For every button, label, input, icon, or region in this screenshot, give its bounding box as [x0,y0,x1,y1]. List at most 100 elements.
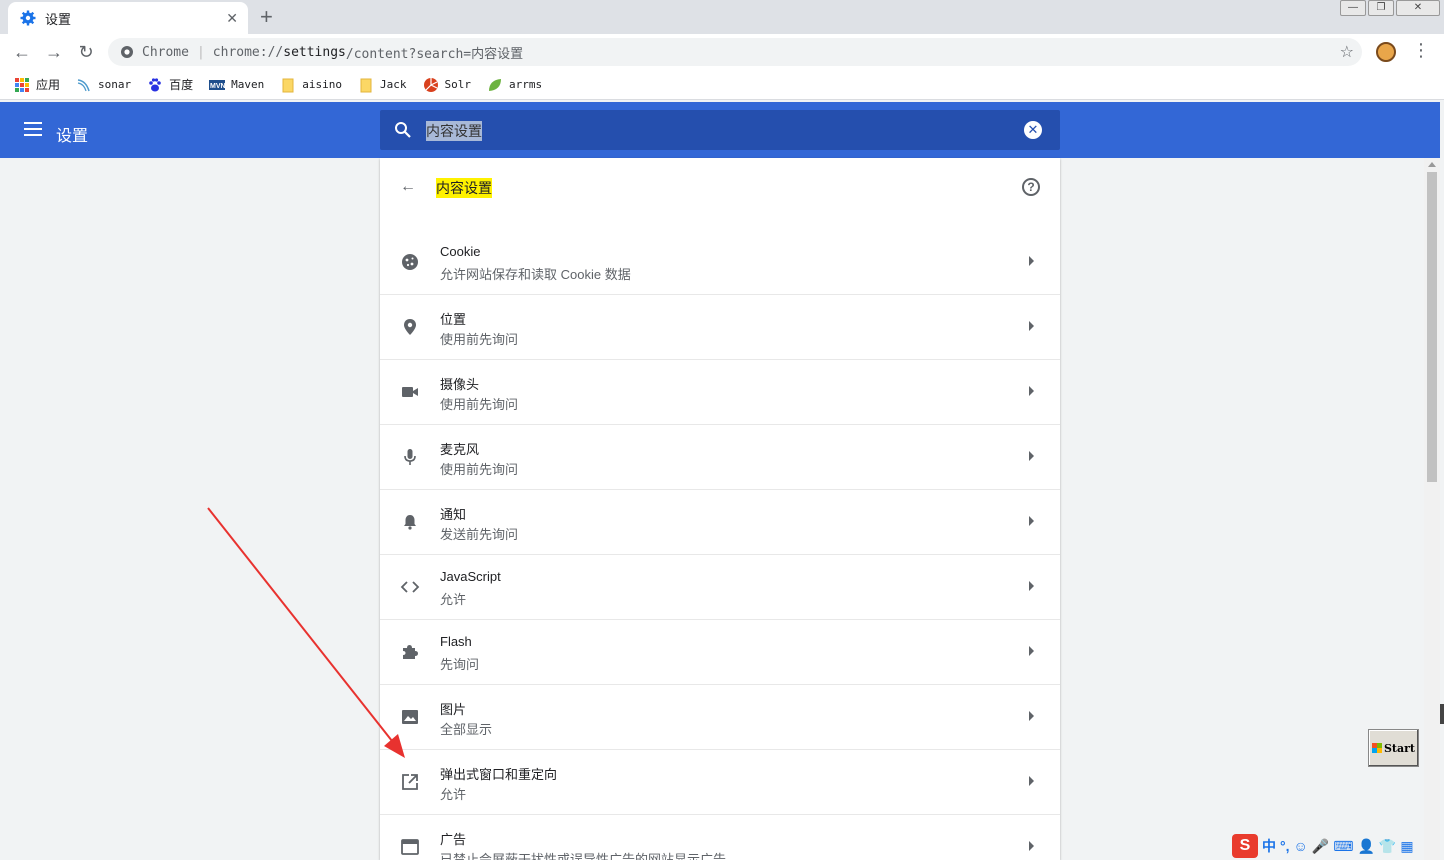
setting-subtitle: 使用前先询问 [440,332,519,347]
forward-button[interactable]: → [38,36,70,68]
chevron-right-icon [1029,841,1034,851]
address-brand: Chrome [142,44,189,60]
solr-icon [423,77,438,92]
search-query: 内容设置 [426,121,482,141]
page-scrollbar[interactable] [1424,158,1440,860]
chevron-right-icon [1029,386,1034,396]
bookmark-label: 百度 [169,78,194,92]
scroll-up-icon[interactable] [1428,162,1436,167]
bookmark-apps[interactable]: 应用 [14,76,60,93]
setting-row-javascript[interactable]: JavaScript 允许 [380,555,1060,620]
setting-title: Cookie [440,244,481,259]
bookmark-baidu[interactable]: 百度 [147,76,193,93]
url-path: /content?search=内容设置 [345,46,524,62]
setting-subtitle: 发送前先询问 [440,527,519,542]
setting-row-location[interactable]: 位置 使用前先询问 [380,295,1060,360]
bookmark-label: 应用 [36,78,61,92]
setting-row-ads[interactable]: 广告 已禁止会屏蔽干扰性或误导性广告的网站显示广告 [380,815,1060,860]
chevron-right-icon [1029,451,1034,461]
hamburger-menu-icon[interactable] [24,122,42,136]
ime-chinese-mode[interactable]: 中 [1262,836,1276,856]
start-widget-button[interactable]: Start [1368,729,1419,767]
setting-title: 位置 [440,312,467,327]
bookmark-label: Jack [380,78,407,91]
setting-subtitle: 允许 [440,592,467,607]
reload-button[interactable]: ↻ [70,36,102,68]
setting-row-microphone[interactable]: 麦克风 使用前先询问 [380,425,1060,490]
cookie-icon [402,254,418,270]
close-tab-icon[interactable]: ✕ [226,10,238,27]
chevron-right-icon [1029,516,1034,526]
settings-header: 设置 内容设置 ✕ [0,102,1440,158]
setting-title: 通知 [440,507,467,522]
bookmark-star-icon[interactable]: ☆ [1340,42,1354,61]
microphone-icon [404,449,416,465]
setting-subtitle: 允许网站保存和读取 Cookie 数据 [440,267,631,282]
setting-title: 图片 [440,702,467,717]
windows-logo-icon [1371,743,1382,753]
sogou-logo-icon[interactable]: S [1232,834,1258,858]
address-bar[interactable]: Chrome | chrome://settings/content?searc… [108,38,1362,66]
bookmark-label: aisino [302,78,343,91]
help-icon[interactable]: ? [1022,178,1040,196]
emoji-icon[interactable]: ☺ [1294,838,1308,854]
ad-window-icon [401,839,419,855]
chrome-icon [121,46,133,58]
settings-search-input[interactable]: 内容设置 ✕ [380,110,1060,150]
sonar-icon [77,78,90,91]
back-button[interactable]: ← [6,36,38,68]
setting-row-popups[interactable]: 弹出式窗口和重定向 允许 [380,750,1060,815]
chevron-right-icon [1029,711,1034,721]
chevron-right-icon [1029,581,1034,591]
bookmark-solr[interactable]: Solr [423,77,472,93]
skin-shirt-icon[interactable]: 👕 [1379,838,1396,855]
chevron-right-icon [1029,776,1034,786]
setting-subtitle: 使用前先询问 [440,397,519,412]
user-icon[interactable]: 👤 [1357,838,1374,855]
tab-settings[interactable]: 设置 ✕ [8,2,248,34]
voice-input-icon[interactable]: 🎤 [1312,838,1329,855]
apps-grid-icon [15,77,29,92]
setting-row-notifications[interactable]: 通知 发送前先询问 [380,490,1060,555]
maven-icon: MVN [209,79,226,90]
setting-row-flash[interactable]: Flash 先询问 [380,620,1060,685]
browser-toolbar: ← → ↻ Chrome | chrome://settings/content… [0,34,1444,70]
restore-button[interactable]: ❐ [1368,0,1394,16]
scrollbar-thumb[interactable] [1427,172,1437,482]
back-arrow-icon[interactable]: ← [400,178,416,196]
setting-subtitle: 已禁止会屏蔽干扰性或误导性广告的网站显示广告 [440,852,727,860]
bookmark-aisino[interactable]: aisino [280,77,342,93]
window-controls: — ❐ ✕ [1340,0,1440,16]
card-header: ← 内容设置 ? [380,158,1060,216]
setting-row-images[interactable]: 图片 全部显示 [380,685,1060,750]
gear-icon [20,10,36,26]
bookmark-jack[interactable]: Jack [358,77,407,93]
folder-icon [282,78,294,92]
bookmark-maven[interactable]: MVN Maven [209,77,264,93]
bookmark-label: sonar [98,78,132,91]
setting-row-cookie[interactable]: Cookie 允许网站保存和读取 Cookie 数据 [380,230,1060,295]
leaf-icon [489,78,502,91]
minimize-button[interactable]: — [1340,0,1366,16]
keyboard-icon[interactable]: ⌨ [1333,838,1353,855]
setting-subtitle: 先询问 [440,657,480,672]
bookmark-label: Solr [444,78,472,91]
bookmark-sonar[interactable]: sonar [76,77,131,93]
ime-punctuation[interactable]: °, [1280,838,1290,854]
more-menu-icon[interactable]: ⋮ [1412,40,1430,61]
new-tab-button[interactable]: + [260,4,273,30]
clear-search-icon[interactable]: ✕ [1024,121,1042,139]
toolbox-grid-icon[interactable]: ▦ [1400,838,1413,855]
address-separator: | [196,44,205,60]
window-edge [1440,704,1444,724]
camera-icon [402,387,418,397]
close-window-button[interactable]: ✕ [1396,0,1440,16]
setting-subtitle: 全部显示 [440,722,493,737]
profile-avatar[interactable] [1376,42,1396,62]
page-title: 设置 [56,128,89,145]
setting-title: JavaScript [440,569,501,584]
bookmark-arrms[interactable]: arrms [487,77,542,93]
search-icon [395,122,411,138]
setting-row-camera[interactable]: 摄像头 使用前先询问 [380,360,1060,425]
setting-subtitle: 允许 [440,787,467,802]
